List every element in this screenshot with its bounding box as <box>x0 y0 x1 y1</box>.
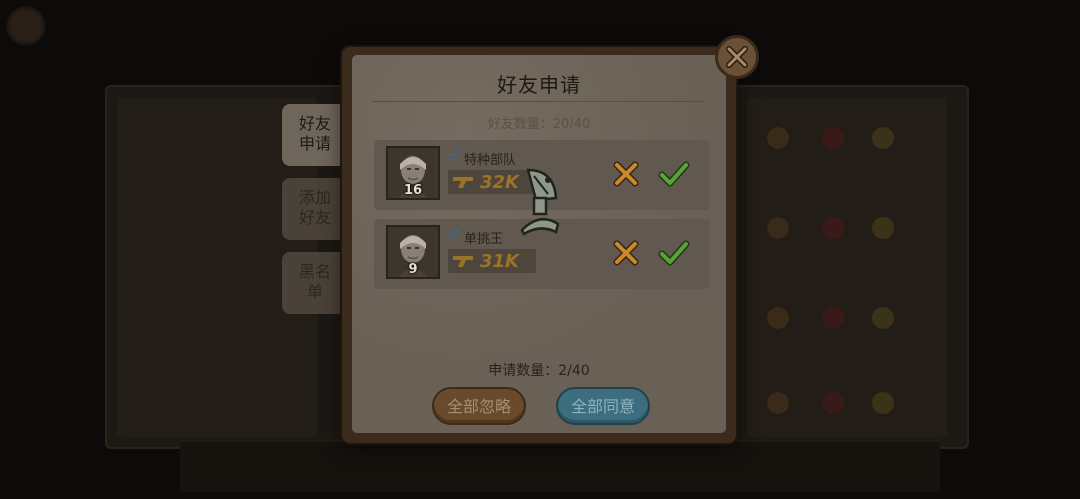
tab-blacklist[interactable]: 黑名 单 <box>282 252 348 314</box>
tab-friend-requests[interactable]: 好友 申请 <box>282 104 348 166</box>
ignore-all-button[interactable]: 全部忽略 <box>432 387 526 425</box>
male-icon: ♂ <box>448 149 460 164</box>
gun-icon <box>453 256 473 267</box>
background-bottom-bar <box>180 440 940 492</box>
title-divider <box>372 101 706 102</box>
dialog-body: 好友申请 好友数量：20/40 16 ♂ 特种部队 32K 9 ♂ 单挑王 31… <box>352 55 726 433</box>
accept-button[interactable] <box>658 158 690 190</box>
player-level: 9 <box>408 262 418 277</box>
friend-request-dialog: 好友申请 好友数量：20/40 16 ♂ 特种部队 32K 9 ♂ 单挑王 31… <box>342 47 736 443</box>
avatar[interactable]: 16 <box>386 146 440 200</box>
satellite-dish-icon <box>520 168 560 236</box>
dialog-title: 好友申请 <box>497 73 581 97</box>
friend-count: 好友数量：20/40 <box>487 117 591 132</box>
reject-button[interactable] <box>612 239 640 267</box>
agree-all-button[interactable]: 全部同意 <box>556 387 650 425</box>
background-avatar-icon <box>6 6 46 46</box>
player-name: 单挑王 <box>464 232 504 247</box>
combat-power-value: 31K <box>480 251 519 272</box>
checkmark-icon <box>658 161 690 187</box>
accept-button[interactable] <box>658 237 690 269</box>
checkmark-icon <box>658 240 690 266</box>
close-icon <box>726 46 748 68</box>
tab-blacklist-label: 黑名 单 <box>298 262 331 301</box>
cross-icon <box>613 240 639 266</box>
gun-icon <box>453 177 473 188</box>
male-icon: ♂ <box>448 228 460 243</box>
player-level: 16 <box>403 183 423 198</box>
player-name: 特种部队 <box>464 153 517 168</box>
tab-add-friend[interactable]: 添加 好友 <box>282 178 348 240</box>
cross-icon <box>613 161 639 187</box>
request-count: 申请数量：2/40 <box>488 363 590 379</box>
reject-button[interactable] <box>612 160 640 188</box>
tab-add-friend-label: 添加 好友 <box>298 188 331 227</box>
combat-power: 31K <box>448 249 536 273</box>
tab-friend-requests-label: 好友 申请 <box>298 114 331 153</box>
avatar[interactable]: 9 <box>386 225 440 279</box>
close-button[interactable] <box>715 35 759 79</box>
game-screen: 好友 申请 添加 好友 黑名 单 好友申请 好友数量：20/40 16 ♂ 特种… <box>0 0 1080 499</box>
